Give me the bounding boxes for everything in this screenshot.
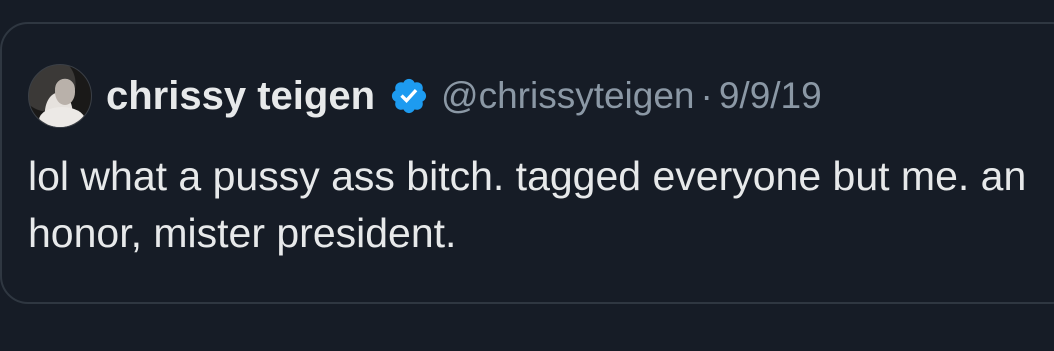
tweet-date[interactable]: 9/9/19 — [719, 75, 822, 117]
verified-badge-icon — [391, 78, 427, 114]
tweet-header: chrissy teigen @chrissyteigen · 9/9/19 — [28, 64, 822, 128]
separator-dot: · — [700, 75, 713, 116]
display-name[interactable]: chrissy teigen — [106, 74, 375, 119]
avatar[interactable] — [28, 64, 92, 128]
handle[interactable]: @chrissyteigen — [441, 75, 695, 117]
tweet-text: lol what a pussy ass bitch. tagged every… — [28, 153, 1027, 256]
